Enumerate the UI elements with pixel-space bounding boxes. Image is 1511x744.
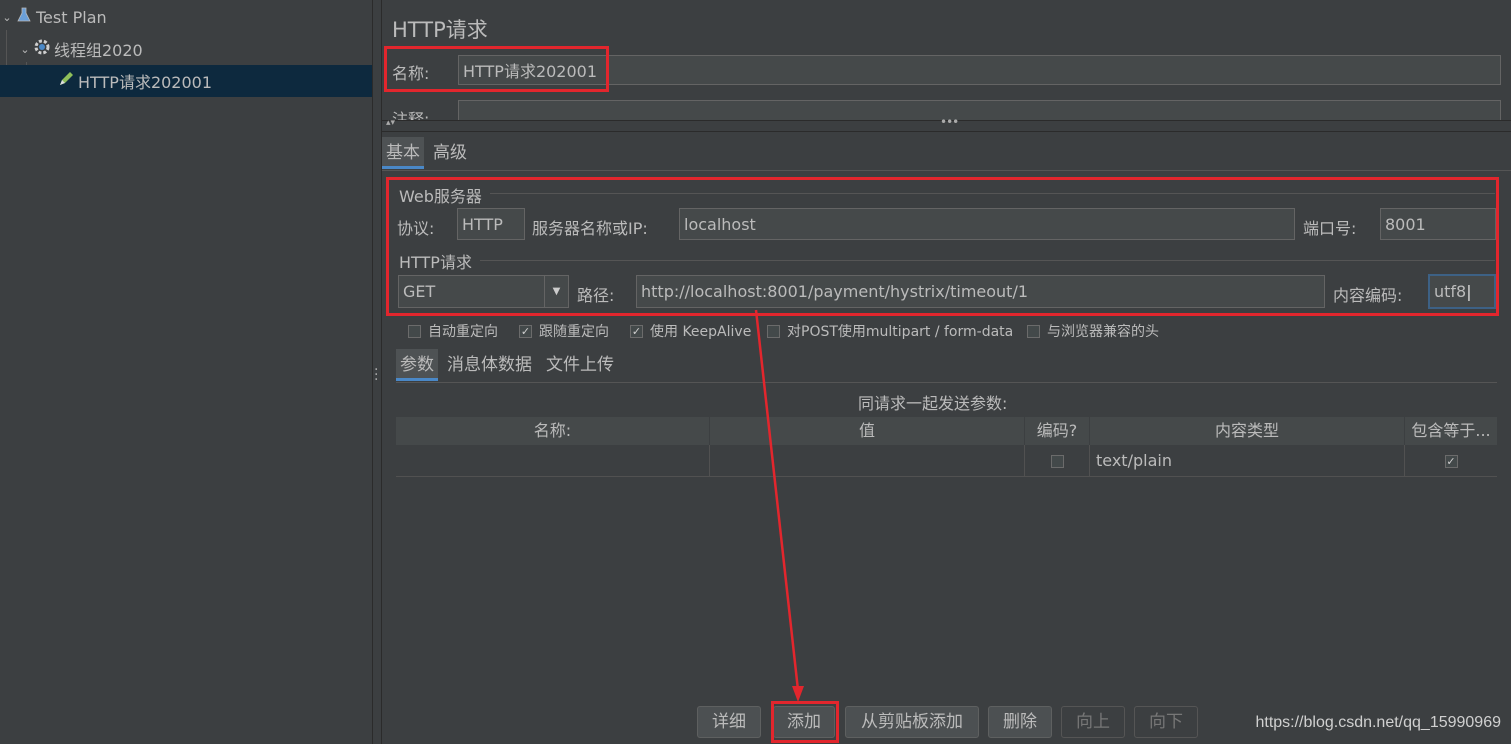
drag-handle-icon[interactable]: · · ·: [374, 363, 378, 387]
chevron-down-icon[interactable]: ⌄: [0, 11, 14, 24]
watermark: https://blog.csdn.net/qq_15990969: [1255, 714, 1501, 731]
pen-icon: [56, 70, 76, 92]
flask-icon: [14, 7, 34, 27]
split-pane-divider[interactable]: · · ·: [372, 0, 382, 744]
test-plan-tree: ⌄ Test Plan ⌄ 线程组2020 HTTP请求202001: [0, 0, 372, 744]
chevron-down-icon[interactable]: ⌄: [18, 43, 32, 56]
http-request-panel: HTTP请求 名称: HTTP请求202001 注释: ▴▾ ••• 基本 高级…: [382, 0, 1511, 744]
tree-item-thread-group[interactable]: ⌄ 线程组2020: [18, 33, 143, 65]
tree-item-label: 线程组2020: [54, 41, 143, 60]
gear-icon: [32, 38, 52, 60]
tree-item-label: Test Plan: [36, 7, 107, 27]
tree-item-label: HTTP请求202001: [78, 73, 213, 92]
tree-item-http-request[interactable]: HTTP请求202001: [0, 65, 372, 97]
annotation-arrow: [754, 309, 804, 702]
tree-item-test-plan[interactable]: ⌄ Test Plan: [0, 1, 107, 33]
